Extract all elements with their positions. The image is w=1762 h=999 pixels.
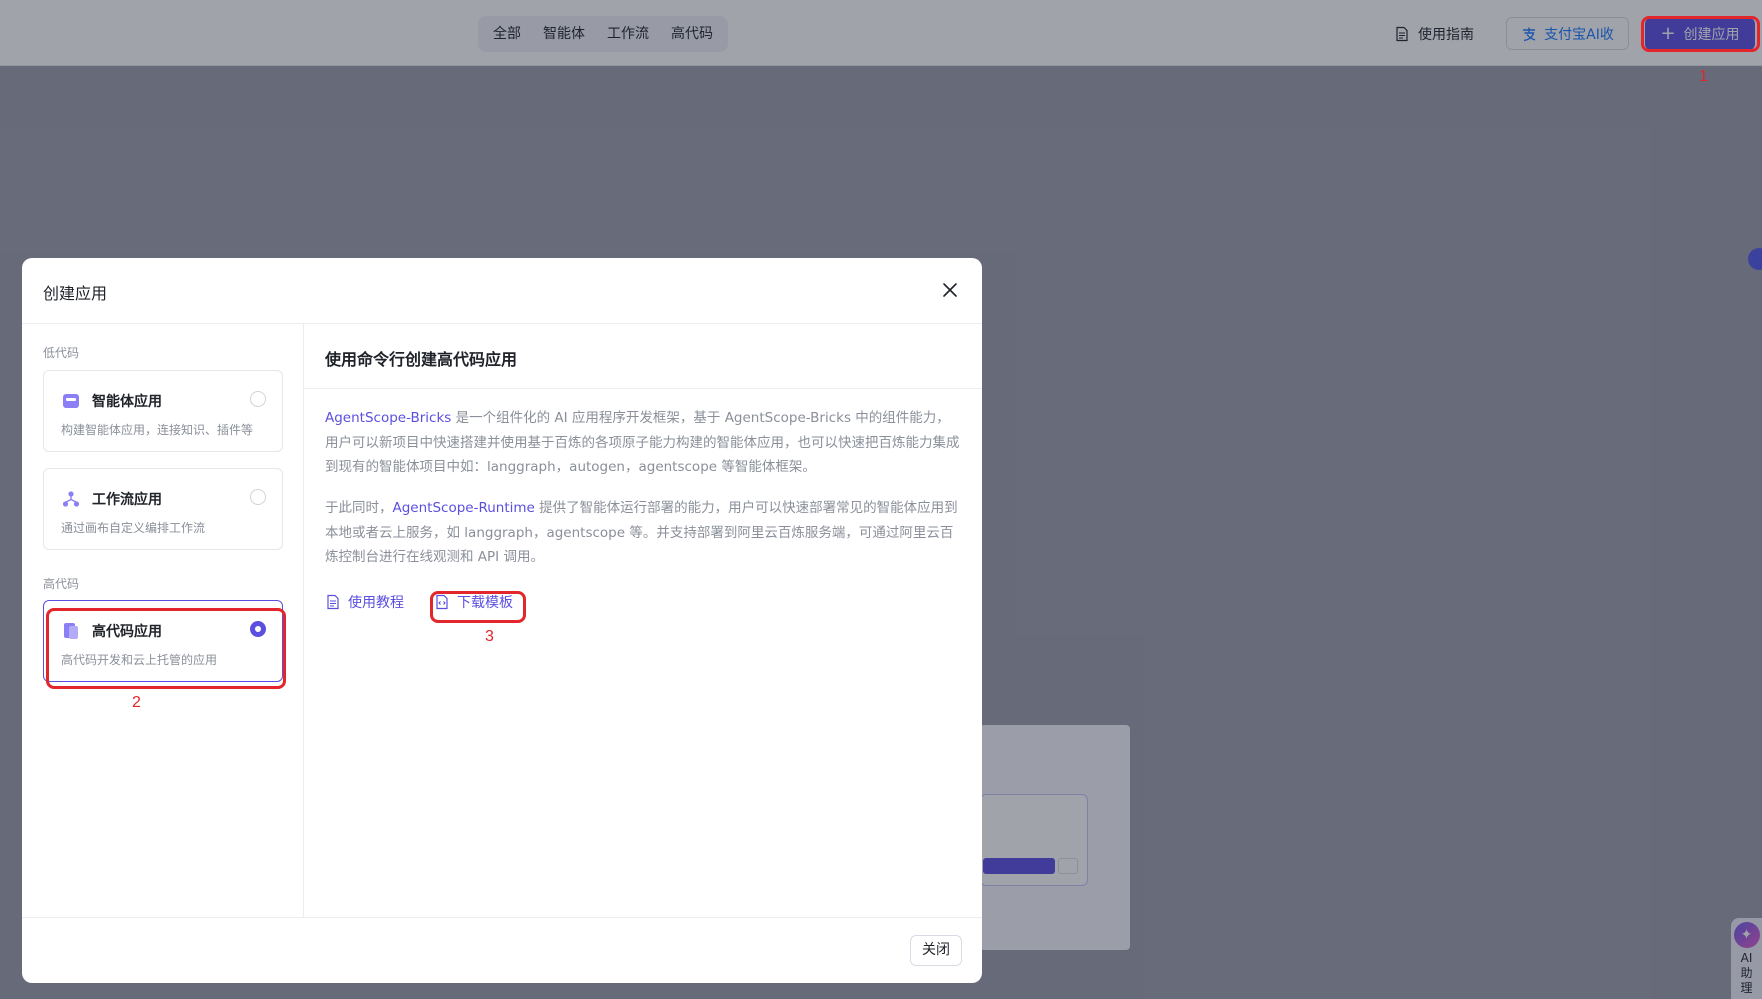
document-icon [327,594,339,610]
type-card-agent[interactable]: 智能体应用 构建智能体应用，连接知识、插件等 [43,370,283,452]
close-button[interactable]: 关闭 [910,935,962,966]
type-desc-workflow: 通过画布自定义编排工作流 [61,521,206,535]
agentscope-runtime-link[interactable]: AgentScope-Runtime [393,500,535,516]
annotation-number-3: 3 [485,628,494,645]
annotation-box-3 [430,591,526,623]
detail-header: 使用命令行创建高代码应用 [304,324,982,389]
dialog-title: 创建应用 [43,284,108,303]
dialog-footer: 关闭 [22,917,982,983]
workflow-app-icon [62,491,80,507]
radio-workflow[interactable] [250,489,266,505]
tutorial-label: 使用教程 [348,595,404,611]
agent-app-icon [63,394,79,408]
detail-panel: 使用命令行创建高代码应用 AgentScope-Bricks 是一个组件化的 A… [304,324,982,917]
intro-paragraph-2: 于此同时，AgentScope-Runtime 提供了智能体运行部署的能力，用户… [325,496,960,570]
intro-paragraph-2-prefix: 于此同时， [325,500,393,516]
group-label-low-code: 低代码 [43,346,80,360]
close-icon[interactable] [940,280,960,300]
annotation-box-1 [1641,16,1760,52]
type-name-agent: 智能体应用 [92,394,162,410]
detail-title: 使用命令行创建高代码应用 [325,350,518,369]
type-card-workflow[interactable]: 工作流应用 通过画布自定义编排工作流 [43,468,283,550]
annotation-number-2: 2 [132,694,141,711]
annotation-box-2 [46,608,286,689]
agentscope-bricks-link[interactable]: AgentScope-Bricks [325,410,451,426]
annotation-number-1: 1 [1699,68,1708,85]
intro-paragraph-1: AgentScope-Bricks 是一个组件化的 AI 应用程序开发框架，基于… [325,406,960,480]
type-desc-agent: 构建智能体应用，连接知识、插件等 [61,423,254,437]
dialog-header: 创建应用 [22,258,982,324]
radio-agent[interactable] [250,391,266,407]
tutorial-link[interactable]: 使用教程 [325,590,404,614]
type-name-workflow: 工作流应用 [92,492,162,508]
group-label-high-code: 高代码 [43,577,80,591]
